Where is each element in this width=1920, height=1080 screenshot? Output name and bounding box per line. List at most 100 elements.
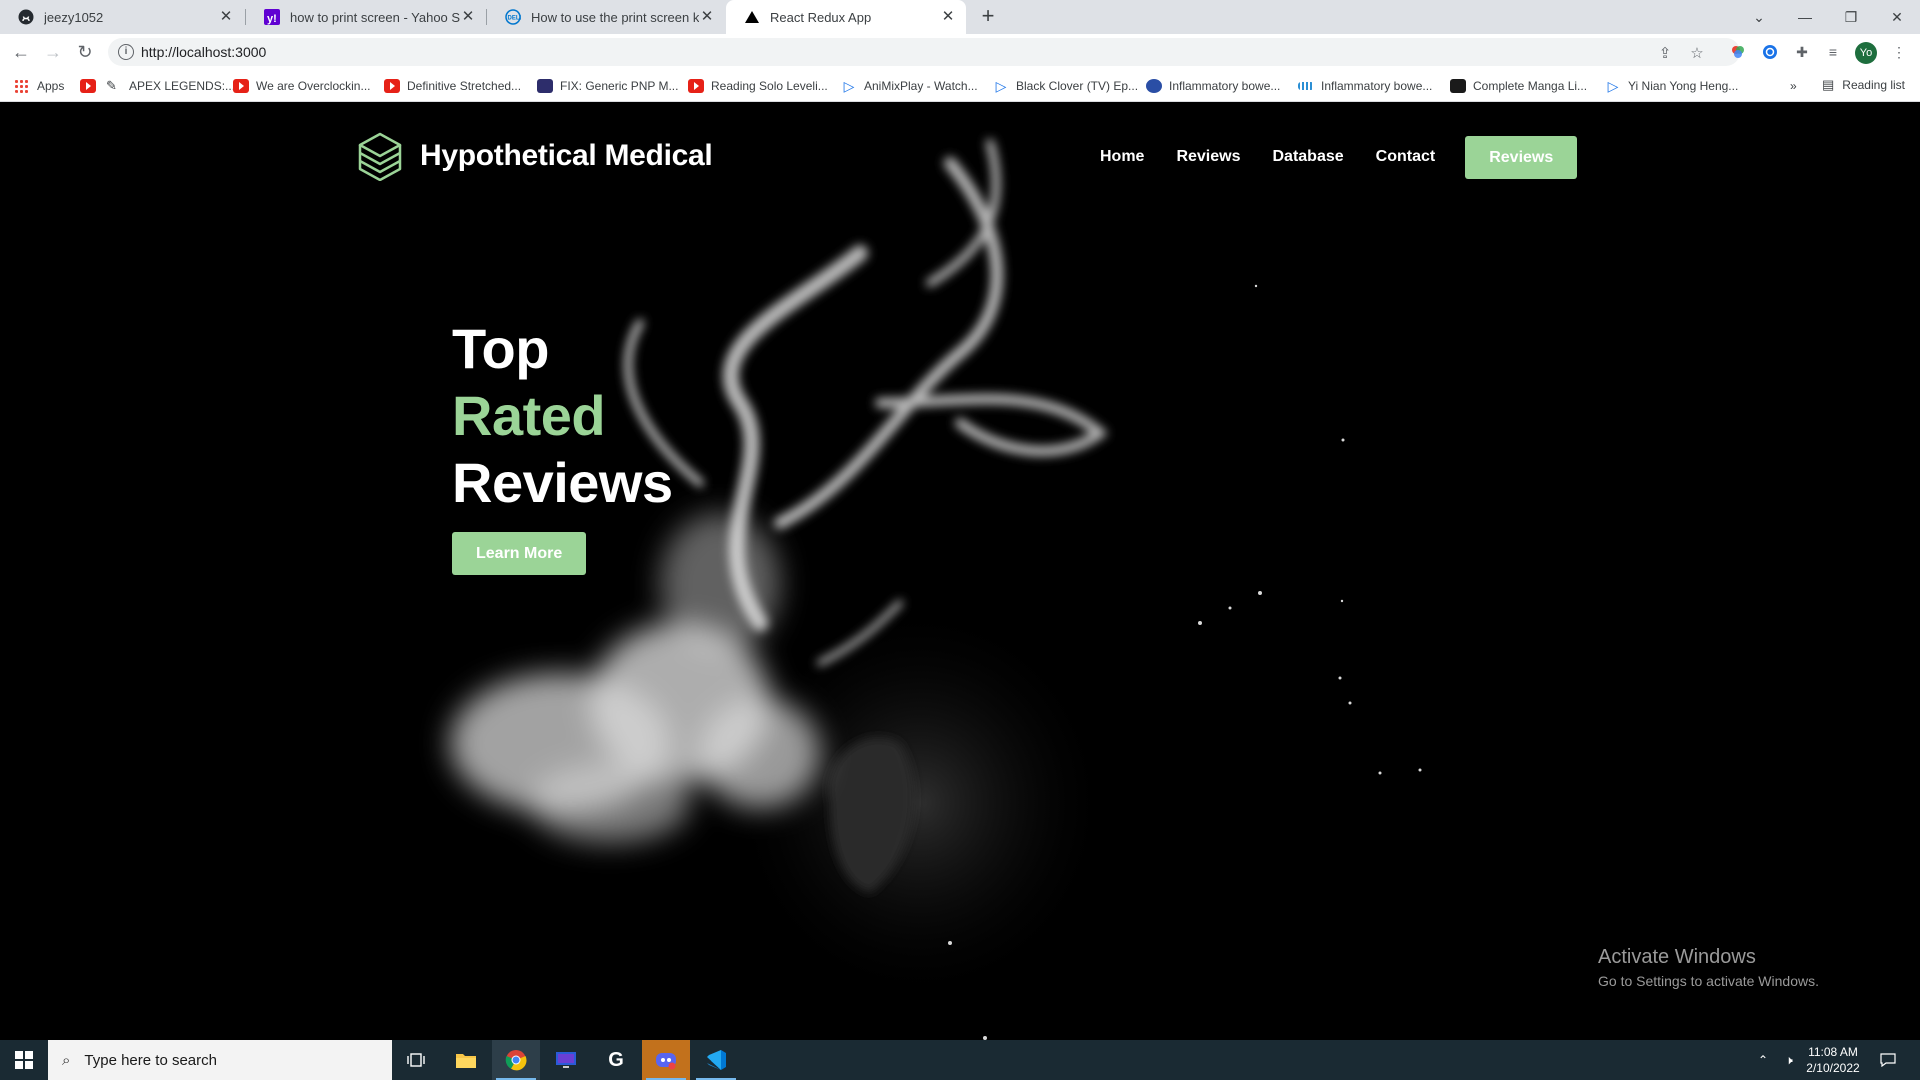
windows-start-button[interactable]	[0, 1040, 48, 1080]
nav-link-contact[interactable]: Contact	[1376, 148, 1436, 166]
tab-title: React Redux App	[770, 9, 872, 25]
animix-icon: ▷	[843, 78, 855, 94]
menu-kebab-icon[interactable]: ⋮	[1890, 43, 1908, 61]
bookmark-star-icon[interactable]: ☆	[1688, 44, 1706, 62]
tab-dell[interactable]: DELL How to use the print screen key ✕	[487, 0, 725, 34]
site-nav: Home Reviews Database Contact Reviews	[1100, 135, 1578, 179]
bookmark-youtube[interactable]	[80, 77, 103, 95]
nav-link-home[interactable]: Home	[1100, 148, 1144, 166]
reading-list-button[interactable]: ▤ Reading list	[1822, 77, 1905, 93]
search-icon: ⌕	[62, 1051, 71, 1069]
site-logo[interactable]: Hypothetical Medical	[356, 131, 713, 181]
minimize-button[interactable]: —	[1782, 0, 1828, 34]
bookmark-solo-leveling[interactable]: Reading Solo Leveli...	[688, 77, 828, 95]
windows-taskbar: ⌕ Type here to search G ⌃ 🕨 11:08 AM 2/1…	[0, 1040, 1920, 1080]
reload-icon[interactable]: ↻	[73, 40, 97, 64]
bookmark-label: APEX LEGENDS:...	[129, 79, 236, 93]
search-placeholder: Type here to search	[84, 1051, 217, 1069]
taskbar-discord[interactable]	[642, 1040, 690, 1080]
nav-reviews-button[interactable]: Reviews	[1465, 135, 1578, 179]
show-hidden-icons-chevron-icon[interactable]: ⌃	[1752, 1040, 1774, 1080]
extensions-puzzle-icon[interactable]: ✚	[1793, 43, 1811, 61]
hero-title-line-1: Top	[452, 317, 549, 380]
site-info-icon[interactable]: i	[118, 44, 134, 60]
bookmark-apex-legends[interactable]: ✎ APEX LEGENDS:...	[106, 77, 235, 95]
tab-search-chevron-icon[interactable]: ⌄	[1736, 0, 1782, 34]
taskbar-file-explorer[interactable]	[442, 1040, 490, 1080]
bookmarks-overflow-button[interactable]: »	[1790, 77, 1797, 95]
globe-icon	[1146, 79, 1162, 93]
bookmark-inflammatory-2[interactable]: Inflammatory bowe...	[1298, 77, 1432, 95]
task-view-button[interactable]	[392, 1040, 440, 1080]
stacked-layers-icon	[358, 132, 402, 181]
folder-icon	[456, 1054, 476, 1068]
tab-title: How to use the print screen key	[531, 9, 699, 25]
chrome-icon	[505, 1050, 527, 1071]
bookmark-black-clover[interactable]: ▷ Black Clover (TV) Ep...	[993, 77, 1138, 95]
apps-grid-icon	[14, 79, 30, 93]
youtube-icon	[384, 79, 400, 93]
bookmark-animixplay[interactable]: ▷ AniMixPlay - Watch...	[841, 77, 978, 95]
close-tab-icon[interactable]: ✕	[699, 9, 715, 25]
bookmark-label: Complete Manga Li...	[1473, 79, 1588, 93]
notifications-icon[interactable]	[1876, 1040, 1900, 1080]
back-arrow-icon[interactable]: ←	[9, 40, 33, 64]
tab-react-redux-app[interactable]: React Redux App ✕	[726, 0, 966, 34]
address-bar[interactable]: i http://localhost:3000 ⇪ ☆	[108, 38, 1740, 66]
activate-windows-watermark: Activate Windows Go to Settings to activ…	[1598, 946, 1819, 989]
nav-link-reviews[interactable]: Reviews	[1176, 148, 1240, 166]
forward-arrow-icon[interactable]: →	[41, 40, 65, 64]
volume-icon[interactable]: 🕨	[1778, 1040, 1800, 1080]
web-page: Hypothetical Medical Home Reviews Databa…	[0, 103, 1920, 1040]
close-window-button[interactable]: ✕	[1874, 0, 1920, 34]
bookmark-label: Yi Nian Yong Heng...	[1628, 79, 1739, 93]
github-icon	[18, 9, 34, 25]
bookmark-label: Definitive Stretched...	[407, 79, 522, 93]
browser-toolbar: ← → ↻ i http://localhost:3000 ⇪ ☆ ✚ ≡ Yo…	[0, 34, 1920, 70]
reading-list-icon: ▤	[1822, 77, 1835, 92]
bookmark-label: FIX: Generic PNP M...	[560, 79, 679, 93]
grammar-extension-icon[interactable]	[1761, 43, 1779, 61]
nav-link-database[interactable]: Database	[1273, 148, 1344, 166]
bookmark-label: Reading Solo Leveli...	[711, 79, 828, 93]
close-tab-icon[interactable]: ✕	[940, 9, 956, 25]
profile-avatar[interactable]: Yo	[1855, 42, 1877, 64]
bookmark-definitive-stretched[interactable]: Definitive Stretched...	[384, 77, 521, 95]
new-tab-button[interactable]: +	[976, 5, 1000, 29]
bookmark-complete-manga[interactable]: Complete Manga Li...	[1450, 77, 1587, 95]
clock-time: 11:08 AM	[1808, 1045, 1858, 1059]
tab-yahoo[interactable]: y! how to print screen - Yahoo Sear ✕	[246, 0, 486, 34]
vercel-icon	[744, 9, 760, 25]
media-queue-icon[interactable]: ≡	[1824, 43, 1842, 61]
bookmark-apps[interactable]: Apps	[14, 77, 64, 95]
taskbar-vscode[interactable]	[692, 1040, 740, 1080]
smoke-portrait-background	[450, 139, 1422, 1040]
learn-more-button[interactable]: Learn More	[452, 532, 587, 575]
bookmark-inflammatory-1[interactable]: Inflammatory bowe...	[1146, 77, 1280, 95]
bookmark-label: Inflammatory bowe...	[1321, 79, 1433, 93]
taskbar-search-box[interactable]: ⌕ Type here to search	[48, 1040, 392, 1080]
watermark-title: Activate Windows	[1598, 946, 1756, 968]
restore-button[interactable]: ❐	[1828, 0, 1874, 34]
taskbar-logitech[interactable]: G	[592, 1040, 640, 1080]
url-text[interactable]: http://localhost:3000	[141, 44, 266, 60]
tab-github[interactable]: jeezy1052 ✕	[0, 0, 244, 34]
manga-icon	[1450, 79, 1466, 93]
close-tab-icon[interactable]: ✕	[218, 9, 234, 25]
share-icon[interactable]: ⇪	[1656, 44, 1674, 62]
bookmark-overclocking[interactable]: We are Overclockin...	[233, 77, 370, 95]
vscode-icon	[707, 1050, 726, 1070]
youtube-icon	[688, 79, 704, 93]
color-extension-icon[interactable]	[1729, 43, 1747, 61]
bookmark-fix-generic-pnp[interactable]: FIX: Generic PNP M...	[537, 77, 678, 95]
youtube-icon	[233, 79, 249, 93]
close-tab-icon[interactable]: ✕	[460, 9, 476, 25]
bookmark-yi-nian-yong-heng[interactable]: ▷ Yi Nian Yong Heng...	[1605, 77, 1739, 95]
bookmark-label: Apps	[37, 79, 65, 93]
taskbar-remote-desktop[interactable]	[542, 1040, 590, 1080]
taskbar-chrome[interactable]	[492, 1040, 540, 1080]
clock-date: 2/10/2022	[1806, 1061, 1860, 1075]
browser-tab-strip: jeezy1052 ✕ y! how to print screen - Yah…	[0, 0, 1920, 34]
system-clock[interactable]: 11:08 AM 2/10/2022	[1800, 1044, 1866, 1076]
logitech-g-icon: G	[608, 1048, 624, 1071]
